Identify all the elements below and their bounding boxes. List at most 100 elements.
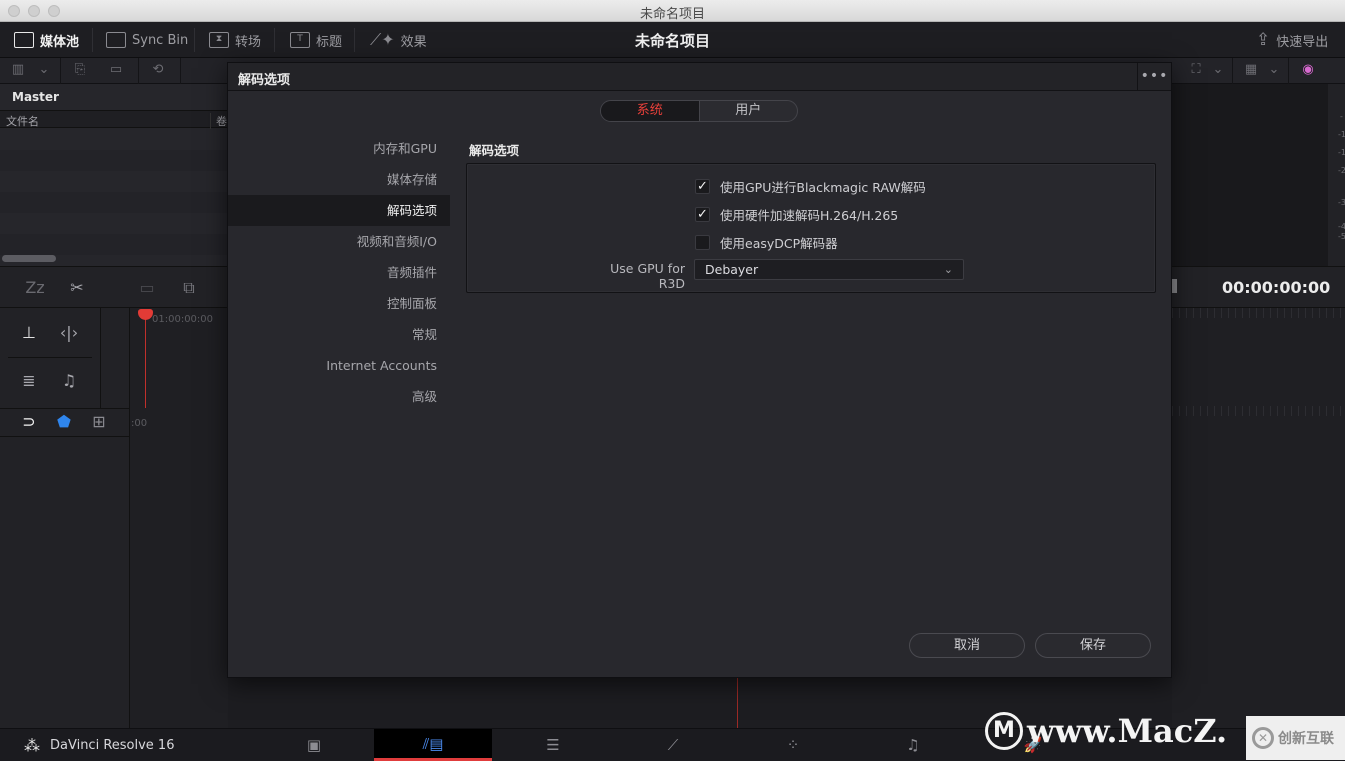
preferences-scope-toggle: 系统 用户 [600,100,798,122]
media-pool-icon [14,32,34,48]
quick-export-button[interactable]: ⇪ 快速导出 [1256,22,1328,58]
r3d-gpu-select[interactable]: Debayer ⌄ [694,259,964,280]
timeline-track-controls: ⊥ ‹|› ≣ ♫ [0,308,130,408]
fusion-page-icon: ⟋ [667,736,679,754]
option-gpu-braw[interactable]: ✓ 使用GPU进行Blackmagic RAW解码 [695,176,926,196]
ruler-timecode: 01:00:00:00 [152,314,214,325]
media-pool-button[interactable]: 媒体池 [14,22,79,58]
effects-wand-icon: ⟋✦ [370,30,395,49]
media-pool-panel: Master 文件名 卷 [0,84,228,266]
sync-icon[interactable]: ⟲ [150,63,166,77]
ruler-timecode-partial: :00 [131,418,148,429]
edit-page-icon: ☰ [546,736,560,754]
watermark: M www.MacZ. [985,712,1227,750]
watermark-secondary: ✕ 创新互联 [1246,716,1345,760]
smart-insert-icon[interactable]: Zz [22,277,48,299]
tab-system[interactable]: 系统 [601,101,700,121]
save-button[interactable]: 保存 [1035,633,1151,658]
playhead-line[interactable] [145,312,146,408]
checkbox-hw-h264-h265[interactable]: ✓ [695,206,710,222]
export-icon: ⇪ [1256,30,1271,50]
project-title: 未命名项目 [634,32,710,50]
section-title: 解码选项 [469,143,520,158]
watermark-logo-icon: M [985,712,1023,750]
add-marker-icon[interactable]: ⊞ [86,411,112,433]
overwrite-clip-icon[interactable]: ⧉ [176,277,202,299]
fairlight-page-icon: ♫ [906,736,920,754]
insert-audio-icon[interactable]: ♫ [56,370,82,392]
window-title-bar: 未命名项目 [0,0,1345,22]
layout-grid-icon[interactable]: ▦ [1243,63,1259,77]
app-brand: ⁂ DaVinci Resolve 16 [24,736,175,755]
nav-item-control-panels[interactable]: 控制面板 [228,288,450,319]
insert-video-icon[interactable]: ≣ [16,370,42,392]
lock-playhead-icon[interactable]: ⊥ [16,322,42,344]
timeline-left-column: ⊃ ⬟ ⊞ [0,408,130,728]
page-tab-color[interactable]: ⁘ [734,729,852,761]
decode-options-group: ✓ 使用GPU进行Blackmagic RAW解码 ✓ 使用硬件加速解码H.26… [466,163,1156,293]
more-options-button[interactable]: ••• [1137,63,1171,91]
nav-item-advanced[interactable]: 高级 [228,381,450,412]
trim-icon[interactable]: ‹|› [56,322,82,344]
color-page-icon: ⁘ [786,736,800,754]
sync-bin-button[interactable]: Sync Bin [106,22,188,58]
nav-item-media-storage[interactable]: 媒体存储 [228,164,450,195]
timeline-right-area[interactable] [1172,308,1345,728]
nav-item-memory-gpu[interactable]: 内存和GPU [228,133,450,164]
page-tab-edit[interactable]: ☰ [494,729,612,761]
scissors-icon[interactable]: ✂ [64,277,90,299]
append-clip-icon[interactable]: ▭ [134,277,160,299]
import-media-icon[interactable]: ⎘ [72,63,88,77]
column-header-filename[interactable]: 文件名 [6,113,39,129]
page-tab-media[interactable]: ▣ [255,729,373,761]
bin-name: Master [12,90,59,104]
chevron-down-icon: ⌄ [943,263,953,276]
cancel-button[interactable]: 取消 [909,633,1025,658]
audio-meter: - -1 -1 -2 -3 -4 -5 [1328,84,1345,266]
import-folder-icon[interactable]: ▭ [108,63,124,77]
nav-item-general[interactable]: 常规 [228,319,450,350]
checkbox-easydcp[interactable] [695,234,710,250]
timeline-tools-bar: Zz ✂ ▭ ⧉ [0,266,228,308]
magnet-snap-icon[interactable]: ⊃ [16,411,42,433]
timecode-display: 00:00:00:00 [1222,278,1331,297]
media-page-icon: ▣ [306,736,322,754]
panel-layout-icon[interactable]: ▥ [10,63,26,77]
nav-item-video-audio-io[interactable]: 视频和音频I/O [228,226,450,257]
davinci-logo-icon: ⁂ [24,736,40,755]
transitions-button[interactable]: ⧗ 转场 [209,22,261,58]
option-easydcp[interactable]: 使用easyDCP解码器 [695,232,838,252]
chevron-down-icon[interactable]: ⌄ [1266,63,1282,77]
page-tab-fairlight[interactable]: ♫ [854,729,972,761]
chevron-down-icon[interactable]: ⌄ [36,63,52,77]
cut-page-icon: ⫽▤ [422,734,444,753]
nav-item-decode-options[interactable]: 解码选项 [228,195,450,226]
flag-marker-icon[interactable]: ⬟ [51,411,77,433]
column-header-row: 文件名 卷 [0,110,228,129]
column-header-reel[interactable]: 卷 [210,113,227,129]
transitions-icon: ⧗ [209,32,229,48]
titles-icon: T [290,32,310,48]
option-hw-h264-h265[interactable]: ✓ 使用硬件加速解码H.264/H.265 [695,204,898,224]
viewer-panel [1172,84,1328,266]
titles-button[interactable]: T 标题 [290,22,342,58]
color-wheel-icon[interactable]: ◉ [1300,63,1316,77]
window-title: 未命名项目 [639,7,705,22]
nav-item-internet-accounts[interactable]: Internet Accounts [228,350,450,381]
chevron-down-icon[interactable]: ⌄ [1210,63,1226,77]
dialog-title: 解码选项 [238,73,291,88]
tab-user[interactable]: 用户 [700,101,798,121]
page-tab-fusion[interactable]: ⟋ [614,729,732,761]
horizontal-scrollbar[interactable] [2,255,56,262]
playhead-line-lower [737,678,738,728]
sync-bin-icon [106,32,126,48]
nav-item-audio-plugins[interactable]: 音频插件 [228,257,450,288]
dialog-header: 解码选项 ••• [228,63,1171,91]
effects-button[interactable]: ⟋✦ 效果 [370,22,427,58]
page-tab-cut[interactable]: ⫽▤ [374,729,492,761]
top-toolbar: 媒体池 Sync Bin ⧗ 转场 T 标题 ⟋✦ 效果 未命名项目 ⇪ 快速导… [0,22,1345,58]
r3d-gpu-label: Use GPU for R3D [610,261,685,291]
watermark-x-icon: ✕ [1252,727,1274,749]
viewer-mode-icon[interactable]: ⛶ [1188,63,1204,77]
checkbox-gpu-braw[interactable]: ✓ [695,178,710,194]
